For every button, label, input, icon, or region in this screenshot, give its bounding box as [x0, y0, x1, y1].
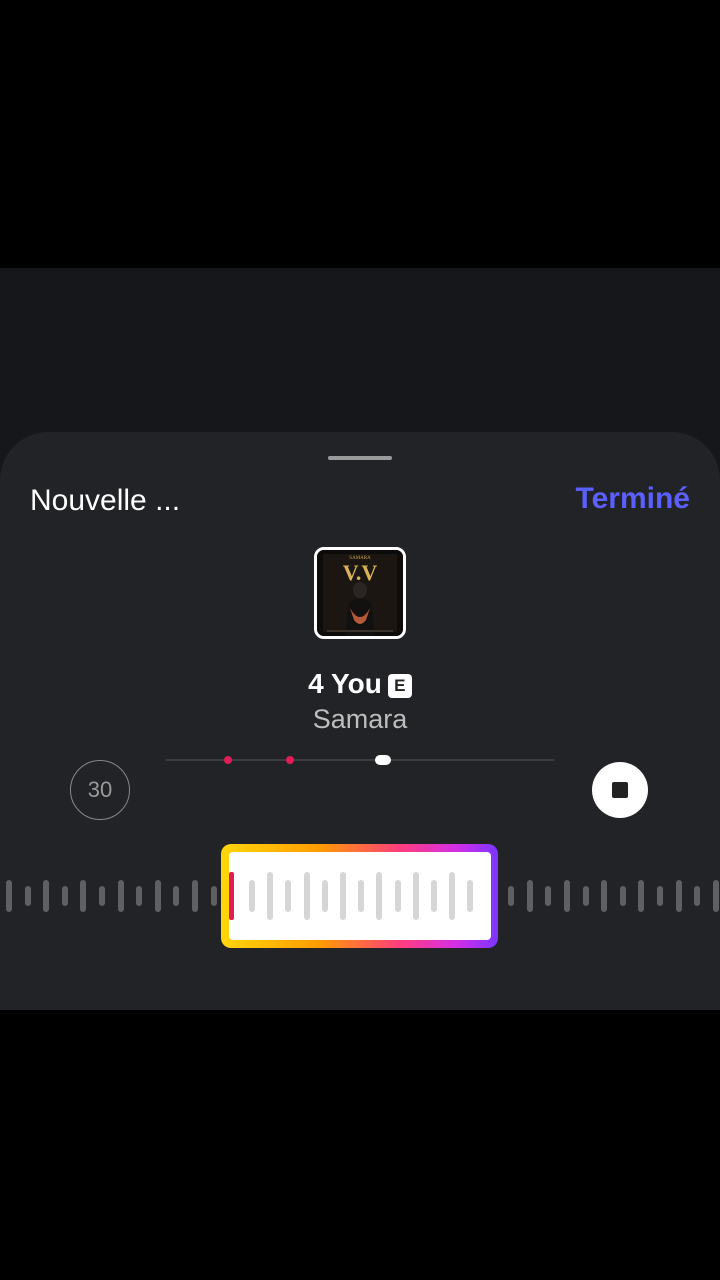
waveform-bar — [676, 880, 682, 912]
waveform-bar — [638, 880, 644, 912]
waveform-bar — [192, 880, 198, 912]
selection-waveform-bar — [413, 872, 419, 920]
track-title-row: 4 You E — [0, 668, 720, 700]
waveform-bar — [694, 886, 700, 906]
clip-selection-waveform — [229, 852, 491, 940]
clip-selection-window[interactable] — [221, 844, 498, 948]
selection-waveform-bar — [340, 872, 346, 920]
waveform-bar — [713, 880, 719, 912]
waveform-bar — [6, 880, 12, 912]
track-artist: Samara — [312, 704, 408, 734]
timeline-position-thumb[interactable] — [375, 755, 392, 765]
selection-waveform-bar — [449, 872, 455, 920]
stop-icon — [612, 782, 628, 798]
clip-playhead — [229, 872, 234, 920]
waveform-bar — [657, 886, 663, 906]
waveform-bar — [25, 886, 31, 906]
selection-waveform-bar — [304, 872, 310, 920]
waveform-bar — [564, 880, 570, 912]
explicit-badge: E — [387, 674, 412, 698]
music-bottom-sheet: Nouvelle ... Terminé SAMARA V.V 4 You E S… — [0, 432, 720, 1010]
clip-duration-button[interactable]: 30 — [70, 760, 130, 820]
selection-waveform-bar — [395, 880, 401, 912]
timeline-marker[interactable] — [286, 756, 295, 764]
timeline-marker[interactable] — [224, 756, 233, 764]
waveform-bar — [620, 886, 626, 906]
waveform-bar — [80, 880, 86, 912]
selection-waveform-bar — [431, 880, 437, 912]
selection-waveform-bar — [249, 880, 255, 912]
album-cover-title-text: V.V — [343, 560, 378, 585]
selection-waveform-bar — [285, 880, 291, 912]
done-button[interactable]: Terminé — [576, 482, 690, 516]
drag-handle[interactable] — [328, 456, 392, 460]
song-timeline[interactable] — [166, 755, 554, 765]
selection-waveform-bar — [322, 880, 328, 912]
waveform-bar — [99, 886, 105, 906]
waveform-bar — [118, 880, 124, 912]
waveform-bar — [601, 880, 607, 912]
waveform-bar — [155, 880, 161, 912]
selection-waveform-bar — [358, 880, 364, 912]
sheet-title: Nouvelle ... — [30, 484, 181, 517]
waveform-bar — [545, 886, 551, 906]
waveform-bar — [211, 886, 217, 906]
waveform-bar — [173, 886, 179, 906]
album-cover-art: SAMARA V.V — [317, 550, 403, 636]
waveform-bar — [62, 886, 68, 906]
stop-button[interactable] — [592, 762, 648, 818]
album-cover: SAMARA V.V — [314, 547, 406, 639]
track-title: 4 You — [308, 668, 382, 699]
waveform-bar — [508, 886, 514, 906]
selection-waveform-bar — [467, 880, 473, 912]
waveform-bar — [527, 880, 533, 912]
waveform-bar — [43, 880, 49, 912]
selection-waveform-bar — [267, 872, 273, 920]
waveform-bar — [583, 886, 589, 906]
selection-waveform-bar — [376, 872, 382, 920]
waveform-bar — [136, 886, 142, 906]
